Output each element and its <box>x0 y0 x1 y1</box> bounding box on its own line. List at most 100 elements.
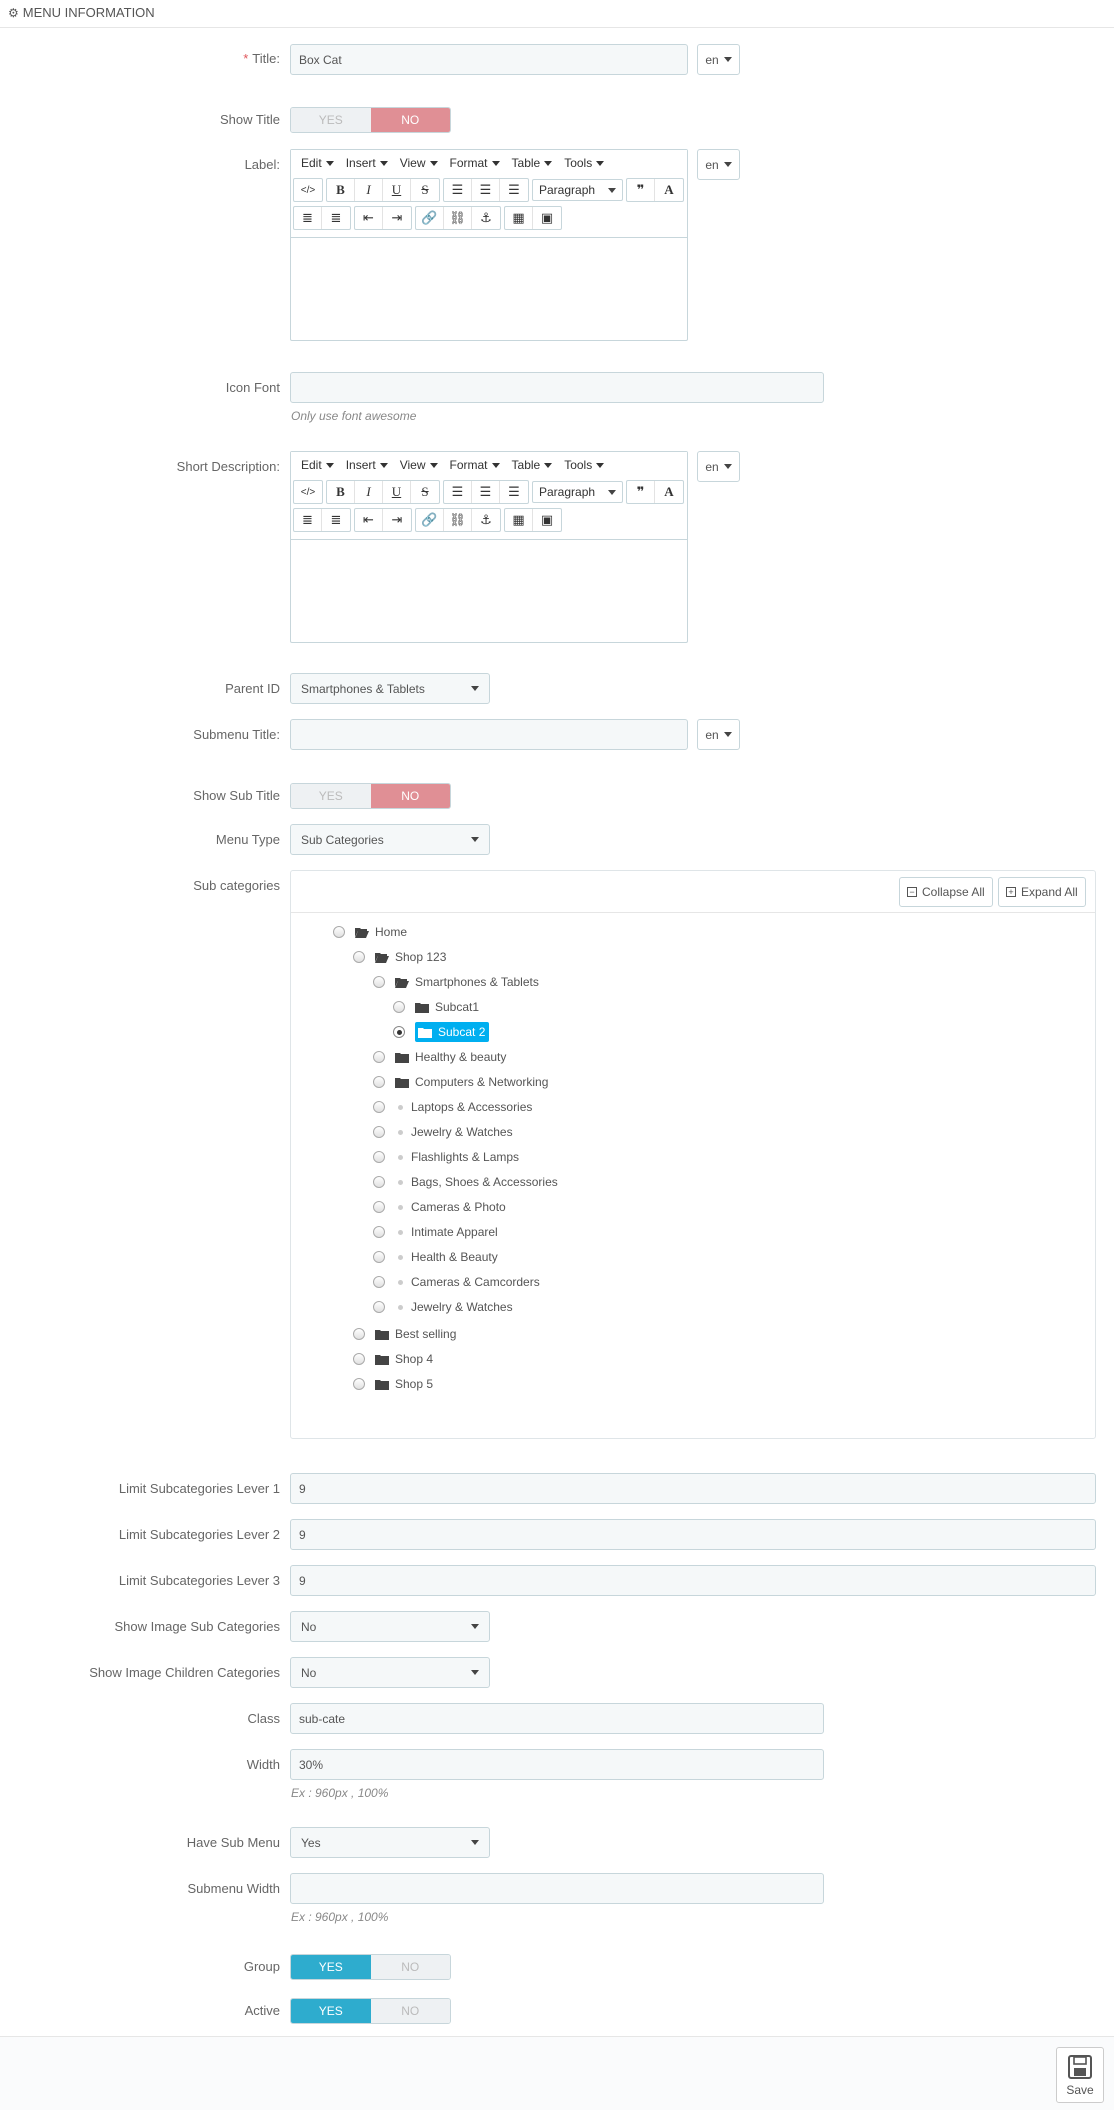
width-input[interactable]: 30% <box>290 1749 824 1780</box>
tree-node-label-wrap[interactable]: Subcat 2 <box>415 1022 490 1042</box>
image-icon[interactable]: ▣ <box>533 509 561 531</box>
outdent-icon[interactable]: ⇤ <box>355 207 383 229</box>
italic-icon[interactable]: I <box>355 179 383 201</box>
title-lang-dropdown[interactable]: en <box>697 44 740 75</box>
media-icon[interactable]: ▦ <box>505 207 533 229</box>
icon-font-input[interactable] <box>290 372 824 403</box>
bullet-list-icon[interactable]: ≣ <box>294 509 322 531</box>
tree-node[interactable]: Cameras & Photo <box>373 1197 506 1217</box>
active-toggle[interactable]: YES NO <box>290 1998 451 2024</box>
align-right-icon[interactable]: ☰ <box>500 179 528 201</box>
menu-insert[interactable]: Insert <box>340 458 394 472</box>
menu-edit[interactable]: Edit <box>295 156 340 170</box>
class-input[interactable]: sub-cate <box>290 1703 824 1734</box>
menu-table[interactable]: Table <box>506 156 559 170</box>
group-no[interactable]: NO <box>370 1955 450 1979</box>
show-image-children-select[interactable]: No <box>290 1657 490 1688</box>
limit1-input[interactable]: 9 <box>290 1473 1096 1504</box>
tree-node[interactable]: Bags, Shoes & Accessories <box>373 1172 558 1192</box>
tree-node-radio[interactable] <box>373 1051 385 1063</box>
tree-node-radio[interactable] <box>373 1101 385 1113</box>
show-image-sub-select[interactable]: No <box>290 1611 490 1642</box>
text-color-icon[interactable]: A <box>655 179 683 201</box>
tree-node[interactable]: Jewelry & Watches <box>373 1297 513 1317</box>
short-desc-editor-content[interactable] <box>291 539 687 642</box>
tree-node-label-wrap[interactable]: Jewelry & Watches <box>395 1300 513 1314</box>
tree-node-radio[interactable] <box>373 976 385 988</box>
title-input[interactable]: Box Cat <box>290 44 688 75</box>
unlink-icon[interactable]: ⛓ <box>444 207 472 229</box>
menu-format[interactable]: Format <box>444 458 506 472</box>
short-desc-rich-editor[interactable]: Edit Insert View Format Table Tools </> … <box>290 451 688 643</box>
align-left-icon[interactable]: ☰ <box>444 179 472 201</box>
tree-node[interactable]: Subcat 2 <box>393 1022 490 1042</box>
tree-node[interactable]: Computers & Networking <box>373 1072 548 1092</box>
tree-node-label-wrap[interactable]: Health & Beauty <box>395 1250 498 1264</box>
outdent-icon[interactable]: ⇤ <box>355 509 383 531</box>
tree-node-label-wrap[interactable]: Subcat1 <box>415 1000 479 1014</box>
submenu-width-input[interactable] <box>290 1873 824 1904</box>
show-title-toggle[interactable]: YES NO <box>290 107 451 133</box>
code-icon[interactable]: </> <box>294 481 322 503</box>
indent-icon[interactable]: ⇥ <box>383 509 411 531</box>
menu-edit[interactable]: Edit <box>295 458 340 472</box>
tree-node-label-wrap[interactable]: Home <box>355 925 407 939</box>
active-no[interactable]: NO <box>370 1999 450 2023</box>
menu-view[interactable]: View <box>394 156 444 170</box>
have-sub-menu-select[interactable]: Yes <box>290 1827 490 1858</box>
tree-node-label-wrap[interactable]: Best selling <box>375 1327 456 1341</box>
tree-node[interactable]: Subcat1 <box>393 997 479 1017</box>
unlink-icon[interactable]: ⛓ <box>444 509 472 531</box>
tree-node-radio[interactable] <box>373 1251 385 1263</box>
numbered-list-icon[interactable]: ≣ <box>322 207 350 229</box>
italic-icon[interactable]: I <box>355 481 383 503</box>
text-color-icon[interactable]: A <box>655 481 683 503</box>
bold-icon[interactable]: B <box>327 481 355 503</box>
paragraph-select[interactable]: Paragraph <box>532 481 623 503</box>
media-icon[interactable]: ▦ <box>505 509 533 531</box>
tree-node-label-wrap[interactable]: Jewelry & Watches <box>395 1125 513 1139</box>
blockquote-icon[interactable]: ❞ <box>627 481 655 503</box>
menu-tools[interactable]: Tools <box>558 458 610 472</box>
align-center-icon[interactable]: ☰ <box>472 481 500 503</box>
submenu-title-lang-dropdown[interactable]: en <box>697 719 740 750</box>
show-title-no[interactable]: NO <box>370 108 450 132</box>
tree-node[interactable]: Shop 5 <box>353 1374 433 1394</box>
tree-node-radio[interactable] <box>333 926 345 938</box>
limit3-input[interactable]: 9 <box>290 1565 1096 1596</box>
tree-node-label-wrap[interactable]: Cameras & Photo <box>395 1200 506 1214</box>
tree-node-radio[interactable] <box>373 1076 385 1088</box>
tree-node[interactable]: Best selling <box>353 1324 456 1344</box>
submenu-title-input[interactable] <box>290 719 688 750</box>
strikethrough-icon[interactable]: S <box>411 179 439 201</box>
bold-icon[interactable]: B <box>327 179 355 201</box>
tree-node-label-wrap[interactable]: Shop 5 <box>375 1377 433 1391</box>
strikethrough-icon[interactable]: S <box>411 481 439 503</box>
tree-node-label-wrap[interactable]: Smartphones & Tablets <box>395 975 539 989</box>
limit2-input[interactable]: 9 <box>290 1519 1096 1550</box>
tree-node-label-wrap[interactable]: Shop 4 <box>375 1352 433 1366</box>
collapse-all-button[interactable]: − Collapse All <box>899 877 993 907</box>
underline-icon[interactable]: U <box>383 481 411 503</box>
tree-node-radio[interactable] <box>373 1276 385 1288</box>
blockquote-icon[interactable]: ❞ <box>627 179 655 201</box>
tree-node-label-wrap[interactable]: Flashlights & Lamps <box>395 1150 519 1164</box>
align-right-icon[interactable]: ☰ <box>500 481 528 503</box>
anchor-icon[interactable]: ⚓ <box>472 207 500 229</box>
tree-node[interactable]: Laptops & Accessories <box>373 1097 532 1117</box>
code-icon[interactable]: </> <box>294 179 322 201</box>
menu-tools[interactable]: Tools <box>558 156 610 170</box>
group-yes[interactable]: YES <box>291 1955 371 1979</box>
tree-node-radio[interactable] <box>373 1176 385 1188</box>
tree-node-radio[interactable] <box>373 1126 385 1138</box>
menu-format[interactable]: Format <box>444 156 506 170</box>
paragraph-select[interactable]: Paragraph <box>532 179 623 201</box>
active-yes[interactable]: YES <box>291 1999 371 2023</box>
underline-icon[interactable]: U <box>383 179 411 201</box>
tree-node-radio[interactable] <box>353 1378 365 1390</box>
label-editor-content[interactable] <box>291 237 687 340</box>
tree-node[interactable]: Smartphones & Tablets <box>373 972 539 992</box>
tree-node-label-wrap[interactable]: Shop 123 <box>375 950 446 964</box>
tree-node-label-wrap[interactable]: Healthy & beauty <box>395 1050 506 1064</box>
tree-node-radio[interactable] <box>393 1001 405 1013</box>
